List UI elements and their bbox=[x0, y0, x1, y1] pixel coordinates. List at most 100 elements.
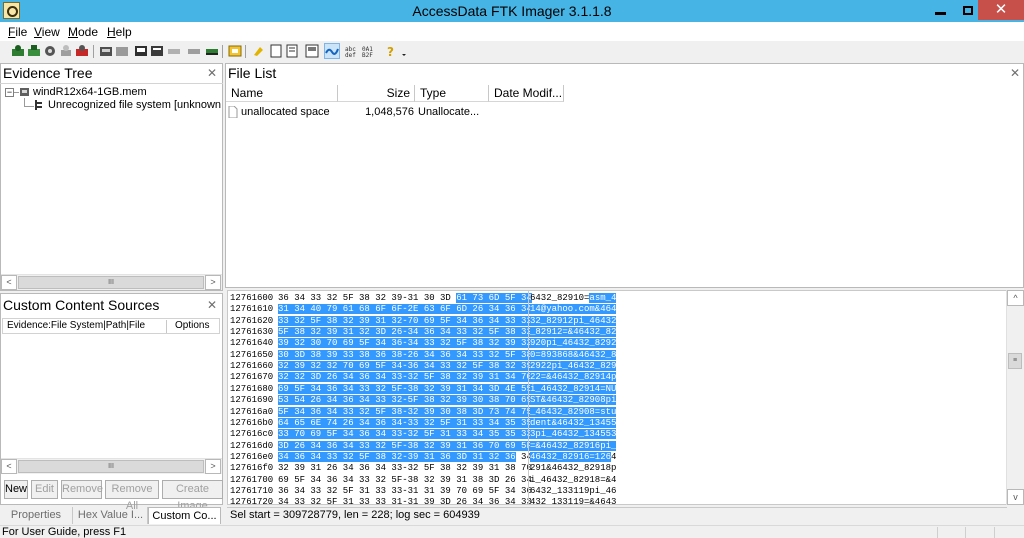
hex-bytes-selected: 5F 34 36 34 33 32 5F 38-32 39 30 38 3D 7… bbox=[278, 406, 532, 417]
menu-file[interactable]: File bbox=[8, 25, 27, 39]
new-button[interactable]: New bbox=[4, 480, 28, 499]
status-cell bbox=[994, 527, 1024, 538]
col-evidence-path[interactable]: Evidence:File System|Path|File bbox=[7, 320, 167, 333]
scroll-right-arrow[interactable]: > bbox=[205, 459, 221, 474]
hex-ascii-selected: asm_4 bbox=[589, 293, 617, 303]
create-custom-image-icon[interactable] bbox=[167, 44, 181, 58]
custom-content-hscrollbar[interactable]: < III > bbox=[1, 458, 222, 474]
hex-bytes-selected: 30 3D 38 39 33 38 36 38-26 34 36 34 33 3… bbox=[278, 349, 532, 360]
add-all-evidence-icon[interactable] bbox=[27, 44, 41, 58]
hex-ascii: 22=&46432_82914p bbox=[530, 371, 622, 383]
toolbar-separator bbox=[245, 45, 246, 58]
new-document-icon[interactable] bbox=[269, 44, 283, 58]
edit-button[interactable]: Edit bbox=[31, 480, 58, 499]
hex-ascii-selected: 22=&46432_82914p bbox=[530, 372, 617, 383]
scroll-thumb[interactable]: III bbox=[18, 460, 204, 473]
col-name[interactable]: Name bbox=[226, 85, 338, 102]
window-title: AccessData FTK Imager 3.1.1.8 bbox=[412, 3, 612, 19]
file-list-view-icon[interactable] bbox=[285, 44, 299, 58]
remove-evidence-icon[interactable] bbox=[59, 44, 73, 58]
scroll-thumb[interactable]: ≡ bbox=[1008, 353, 1022, 369]
hex-ascii: 291&46432_82918p bbox=[530, 462, 622, 474]
evidence-tree-hscrollbar[interactable]: < III > bbox=[1, 274, 222, 290]
hex-ascii: 6432_133119pi_46 bbox=[530, 485, 622, 497]
create-disk-image-icon[interactable] bbox=[99, 44, 113, 58]
hex-offset: 12761610 bbox=[230, 304, 274, 315]
hex-ascii-plain: 6432_82910= bbox=[530, 293, 590, 303]
hex-offset: 12761600 bbox=[230, 293, 274, 303]
custom-content-close-icon[interactable]: ✕ bbox=[207, 298, 217, 312]
hex-offset: 12761690 bbox=[230, 395, 274, 406]
col-date-modified[interactable]: Date Modif... bbox=[489, 85, 564, 102]
file-size: 1,048,576 bbox=[365, 106, 414, 118]
scroll-left-arrow[interactable]: < bbox=[1, 459, 17, 474]
tree-item-evidence[interactable]: windR12x64-1GB.mem bbox=[33, 86, 147, 98]
tree-collapse-toggle[interactable]: − bbox=[5, 88, 14, 97]
remove-all-button[interactable]: Remove All bbox=[105, 480, 159, 512]
scroll-up-arrow[interactable]: ^ bbox=[1007, 290, 1024, 306]
svg-text:?: ? bbox=[387, 45, 394, 58]
hex-ascii: _46432_82908=stu bbox=[530, 406, 622, 418]
export-disk-image-icon[interactable] bbox=[115, 44, 129, 58]
scroll-thumb[interactable]: III bbox=[18, 276, 204, 289]
scroll-left-arrow[interactable]: < bbox=[1, 275, 17, 290]
remove-button[interactable]: Remove bbox=[61, 480, 103, 499]
hex-ascii-plain: i_46432_82918=&4 bbox=[530, 474, 617, 485]
add-evidence-icon[interactable] bbox=[11, 44, 25, 58]
toolbar-separator bbox=[93, 45, 94, 58]
col-size[interactable]: Size bbox=[338, 85, 415, 102]
close-button[interactable]: ✕ bbox=[978, 0, 1024, 20]
menu-mode[interactable]: Mode bbox=[68, 25, 98, 39]
col-options[interactable]: Options bbox=[175, 320, 209, 331]
tree-item-file-system[interactable]: Unrecognized file system [unknown typ bbox=[48, 99, 222, 111]
hex-bytes-selected: 69 5F 34 36 34 33 32 5F-38 32 39 31 34 3… bbox=[278, 383, 532, 394]
hex-offset: 127616b0 bbox=[230, 417, 274, 428]
scroll-right-arrow[interactable]: > bbox=[205, 275, 221, 290]
create-image-button[interactable]: Create Image bbox=[162, 480, 223, 512]
text-view-icon[interactable]: abcdef bbox=[344, 44, 358, 58]
hex-view-icon[interactable]: 0A1B2F bbox=[362, 44, 376, 58]
tab-properties[interactable]: Properties bbox=[0, 507, 73, 524]
hex-offset: 12761640 bbox=[230, 338, 274, 349]
restore-icon bbox=[962, 6, 973, 15]
hex-vscrollbar[interactable]: ^ ≡ v bbox=[1006, 290, 1024, 505]
hex-bytes: 36 34 33 32 5F 38 32 39-31 30 3D 61 73 6… bbox=[278, 292, 532, 304]
hex-bytes-selected: 3D 26 34 36 34 33 32 5F-38 32 39 31 36 7… bbox=[278, 440, 532, 451]
hex-bytes-plain: 36 34 33 32 5F 38 32 39-31 30 3D bbox=[278, 293, 457, 303]
image-mounting-icon[interactable] bbox=[43, 44, 57, 58]
auto-view-icon[interactable] bbox=[324, 43, 340, 59]
hex-bytes: 34 36 34 33 32 5F 38 32-39 31 36 3D 31 3… bbox=[278, 451, 532, 463]
toolbar: abc def 0A1 B2F ? bbox=[0, 41, 1024, 62]
hex-bytes-selected: 33 70 69 5F 34 36 34 33-32 5F 31 33 34 3… bbox=[278, 429, 532, 440]
file-list-close-icon[interactable]: ✕ bbox=[1010, 66, 1020, 80]
toolbar-overflow-icon[interactable] bbox=[400, 44, 408, 58]
verify-drive-icon[interactable] bbox=[205, 44, 219, 58]
add-to-custom-content-icon[interactable] bbox=[150, 44, 164, 58]
export-logical-image-icon[interactable] bbox=[134, 44, 148, 58]
custom-content-header: Evidence:File System|Path|File Options bbox=[2, 318, 220, 334]
scroll-down-arrow[interactable]: v bbox=[1007, 489, 1024, 505]
hex-view[interactable]: 12761600 36 34 33 32 5F 38 32 39-31 30 3D… bbox=[227, 290, 1007, 505]
menu-view[interactable]: View bbox=[34, 25, 60, 39]
hex-bytes: 5F 34 36 34 33 32 5F 38-32 39 30 38 3D 7… bbox=[278, 406, 532, 418]
file-row[interactable]: unallocated space 1,048,576 Unallocate..… bbox=[228, 105, 488, 120]
help-icon[interactable]: ? bbox=[384, 44, 398, 58]
tab-custom-content[interactable]: Custom Co... bbox=[148, 507, 221, 524]
obtain-protected-files-icon[interactable] bbox=[251, 44, 265, 58]
capture-memory-icon[interactable] bbox=[228, 44, 242, 58]
col-type[interactable]: Type bbox=[415, 85, 489, 102]
toolbar-separator bbox=[222, 45, 223, 58]
hex-bytes: 32 39 31 26 34 36 34 33-32 5F 38 32 39 3… bbox=[278, 462, 532, 474]
hex-bytes-selected: 5F 38 32 39 31 32 3D 26-34 36 34 33 32 5… bbox=[278, 327, 532, 338]
decrypt-icon[interactable] bbox=[187, 44, 201, 58]
close-icon: ✕ bbox=[994, 1, 1008, 18]
hex-bytes-selected: 33 32 5F 38 32 39 31 32-70 69 5F 34 36 3… bbox=[278, 315, 532, 326]
evidence-tree-close-icon[interactable]: ✕ bbox=[207, 66, 217, 80]
remove-all-evidence-icon[interactable] bbox=[75, 44, 89, 58]
menu-help[interactable]: Help bbox=[107, 25, 132, 39]
hex-bytes-selected: 32 32 3D 26 34 36 34 33-32 5F 38 32 39 3… bbox=[278, 372, 532, 383]
tab-hex-value-interpreter[interactable]: Hex Value I... bbox=[74, 507, 148, 524]
properties-view-icon[interactable] bbox=[305, 44, 319, 58]
file-system-icon bbox=[35, 100, 42, 110]
title-bar: AccessData FTK Imager 3.1.1.8 ✕ bbox=[0, 0, 1024, 22]
